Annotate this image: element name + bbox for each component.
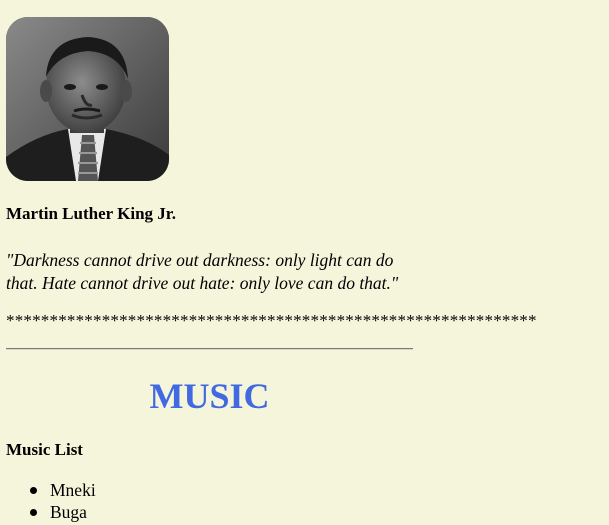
bullet-icon <box>30 487 37 494</box>
quote-text: "Darkness cannot drive out darkness: onl… <box>6 250 399 293</box>
music-heading: MUSIC <box>149 376 270 416</box>
bullet-icon <box>30 509 37 516</box>
music-list: Mneki Buga <box>6 479 96 523</box>
portrait-photo <box>6 17 169 181</box>
list-item: Buga <box>30 501 96 523</box>
asterisk-separator: ****************************************… <box>6 311 537 330</box>
list-item-label: Buga <box>50 502 87 522</box>
music-list-title: Music List <box>6 440 83 459</box>
list-item: Mneki <box>30 479 96 501</box>
list-item-label: Mneki <box>50 480 96 500</box>
person-name: Martin Luther King Jr. <box>6 204 177 223</box>
horizontal-rule <box>6 348 413 350</box>
